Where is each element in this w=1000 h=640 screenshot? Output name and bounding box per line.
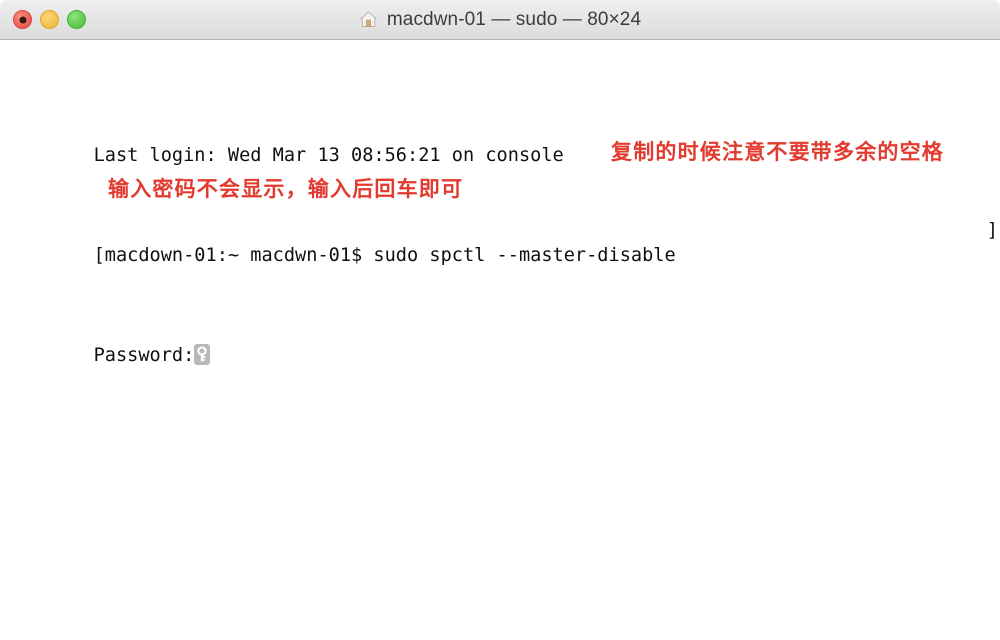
window-title: macdwn-01 — sudo — 80×24 <box>386 8 642 30</box>
key-icon <box>194 344 211 365</box>
terminal-line-command: [macdown-01:~ macdwn-01$ sudo spctl --ma… <box>4 218 1000 266</box>
minimize-button[interactable] <box>40 10 59 29</box>
terminal-output: Last login: Wed Mar 13 08:56:21 on conso… <box>4 43 1000 418</box>
line-wrap-bracket: ] <box>986 220 998 241</box>
last-login-text: Last login: Wed Mar 13 08:56:21 on conso… <box>93 145 564 166</box>
annotation-password-hint: 输入密码不会显示，输入后回车即可 <box>108 177 464 201</box>
maximize-button[interactable] <box>67 10 86 29</box>
annotation-copy-warning: 复制的时候注意不要带多余的空格 <box>611 140 944 164</box>
command-prompt-text: [macdown-01:~ macdwn-01$ sudo spctl --ma… <box>93 245 676 266</box>
home-icon <box>359 10 378 29</box>
window-titlebar[interactable]: macdwn-01 — sudo — 80×24 <box>0 0 1000 40</box>
terminal-line-password: Password: <box>4 318 1000 366</box>
window-title-group: macdwn-01 — sudo — 80×24 <box>359 9 641 31</box>
terminal-content[interactable]: Last login: Wed Mar 13 08:56:21 on conso… <box>0 40 1000 640</box>
close-button[interactable] <box>13 10 32 29</box>
password-prompt-text: Password: <box>93 345 195 366</box>
terminal-window: macdwn-01 — sudo — 80×24 Last login: Wed… <box>0 0 1000 640</box>
window-controls <box>13 0 86 39</box>
